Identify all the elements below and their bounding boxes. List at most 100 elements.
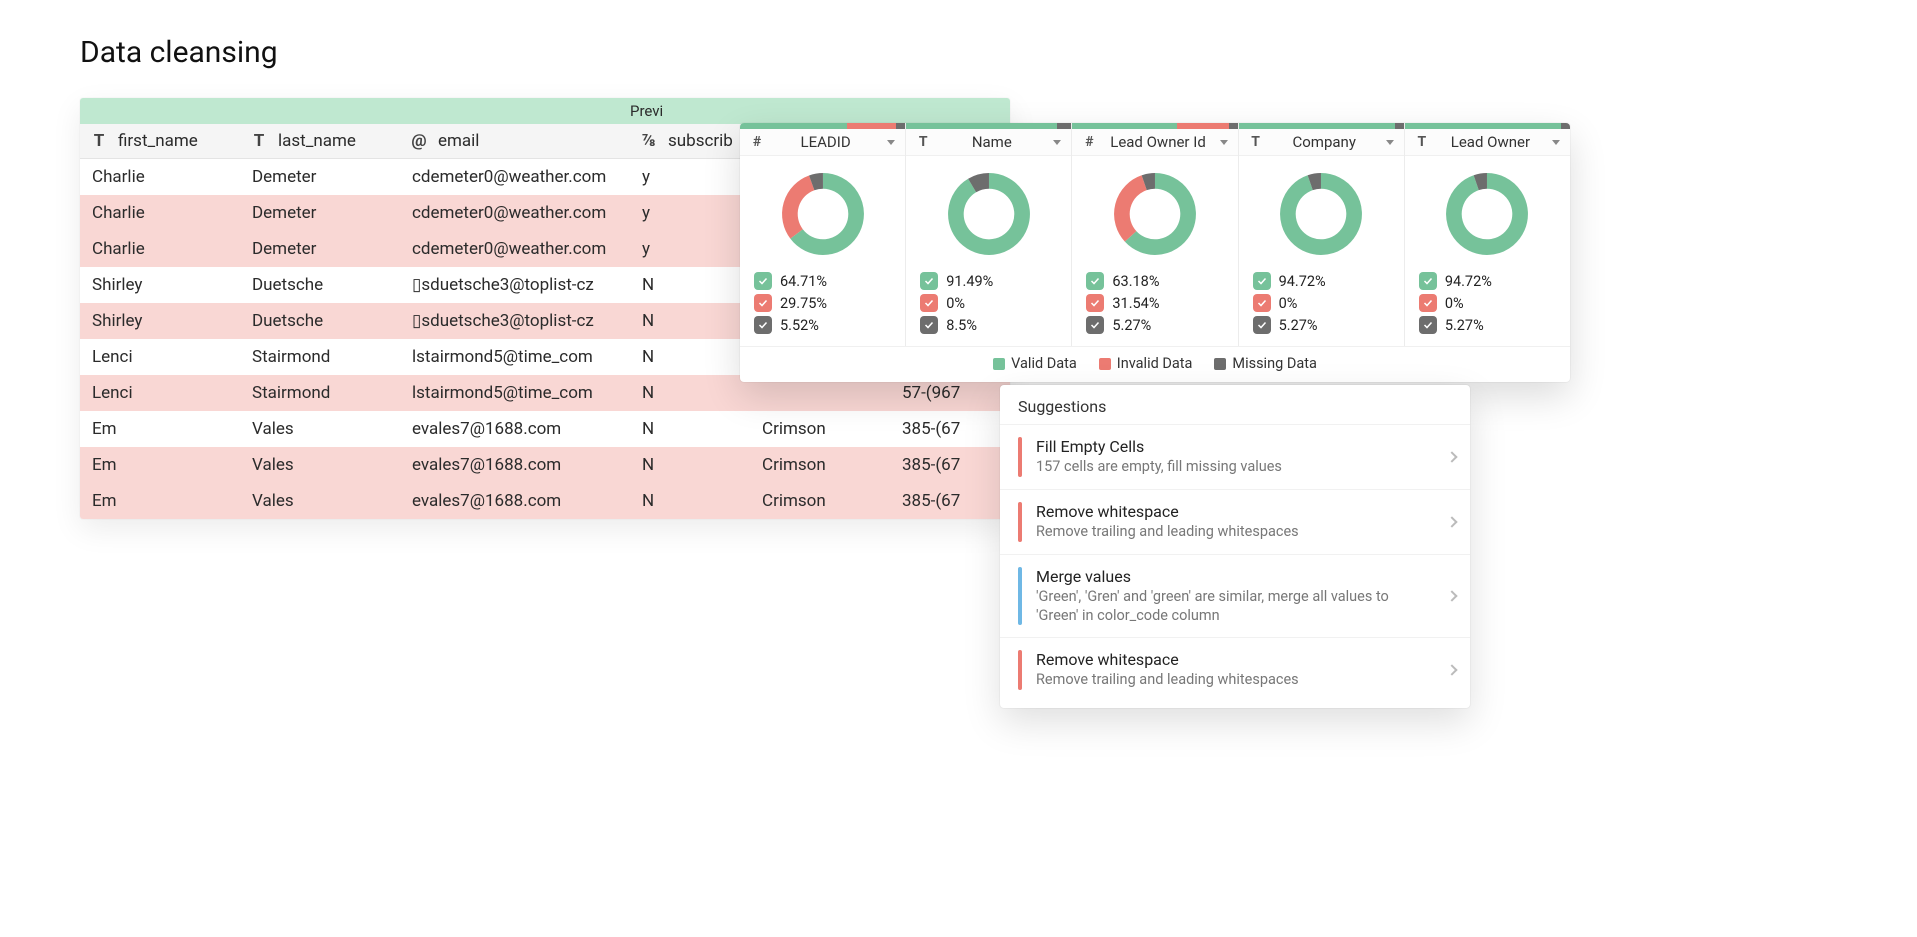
donut-chart bbox=[906, 156, 1071, 266]
cell[interactable]: 385-(67 bbox=[890, 483, 1010, 519]
cell[interactable]: ▯sduetsche3@toplist-cz bbox=[400, 267, 630, 303]
cell[interactable]: Lenci bbox=[80, 339, 240, 375]
cell[interactable]: N bbox=[630, 303, 750, 339]
cell[interactable]: Em bbox=[80, 483, 240, 519]
cell[interactable]: Lenci bbox=[80, 375, 240, 411]
cell[interactable]: cdemeter0@weather.com bbox=[400, 195, 630, 231]
cell[interactable]: evales7@1688.com bbox=[400, 447, 630, 483]
cell[interactable]: Em bbox=[80, 411, 240, 447]
cell[interactable]: y bbox=[630, 195, 750, 231]
cell[interactable]: Crimson bbox=[750, 483, 890, 519]
column-header[interactable]: ⅞subscrib bbox=[630, 124, 750, 159]
donut-chart bbox=[1405, 156, 1570, 266]
cell[interactable]: Vales bbox=[240, 447, 400, 483]
check-icon bbox=[920, 294, 938, 312]
cell[interactable]: Shirley bbox=[80, 303, 240, 339]
cell[interactable]: evales7@1688.com bbox=[400, 483, 630, 519]
chevron-down-icon[interactable] bbox=[1053, 140, 1061, 145]
stat-column-header[interactable]: TName bbox=[906, 129, 1071, 156]
cell[interactable]: ▯sduetsche3@toplist-cz bbox=[400, 303, 630, 339]
check-icon bbox=[1253, 272, 1271, 290]
cell[interactable]: Charlie bbox=[80, 159, 240, 196]
cell[interactable]: Crimson bbox=[750, 411, 890, 447]
stat-column-header[interactable]: # LEADID bbox=[740, 129, 905, 156]
cell[interactable]: Duetsche bbox=[240, 267, 400, 303]
stat-column: #Lead Owner Id63.18%31.54%5.27% bbox=[1072, 123, 1238, 346]
cell[interactable]: Demeter bbox=[240, 195, 400, 231]
cell[interactable]: cdemeter0@weather.com bbox=[400, 231, 630, 267]
cell[interactable]: N bbox=[630, 267, 750, 303]
cell[interactable]: Charlie bbox=[80, 195, 240, 231]
cell[interactable]: cdemeter0@weather.com bbox=[400, 159, 630, 196]
cell[interactable]: Duetsche bbox=[240, 303, 400, 339]
suggestion-item[interactable]: Merge values'Green', 'Gren' and 'green' … bbox=[1000, 554, 1470, 638]
stat-values: 91.49%0%8.5% bbox=[906, 266, 1071, 346]
cell[interactable]: Crimson bbox=[750, 447, 890, 483]
cell[interactable]: y bbox=[630, 159, 750, 196]
type-icon: # bbox=[750, 134, 764, 150]
cell[interactable]: Vales bbox=[240, 483, 400, 519]
cell[interactable]: Stairmond bbox=[240, 339, 400, 375]
stat-column: TName91.49%0%8.5% bbox=[906, 123, 1072, 346]
cell[interactable]: Shirley bbox=[80, 267, 240, 303]
cell[interactable]: 385-(67 bbox=[890, 447, 1010, 483]
stat-value-row: 0% bbox=[1419, 292, 1556, 314]
stat-column: TCompany 94.72%0%5.27% bbox=[1239, 123, 1405, 346]
preview-bar: Previ bbox=[80, 98, 1010, 124]
table-row[interactable]: EmValesevales7@1688.comNCrimson385-(67 bbox=[80, 483, 1010, 519]
stat-percent: 64.71% bbox=[780, 273, 827, 290]
cell[interactable]: Stairmond bbox=[240, 375, 400, 411]
suggestion-title: Remove whitespace bbox=[1036, 650, 1434, 669]
suggestion-desc: Remove trailing and leading whitespaces bbox=[1036, 671, 1434, 690]
suggestion-title: Fill Empty Cells bbox=[1036, 437, 1434, 456]
stat-percent: 0% bbox=[1445, 295, 1464, 312]
suggestion-item[interactable]: Remove whitespace Remove trailing and lea… bbox=[1000, 637, 1470, 702]
check-icon bbox=[1086, 272, 1104, 290]
column-label: last_name bbox=[278, 131, 356, 151]
stat-percent: 8.5% bbox=[946, 317, 977, 334]
cell[interactable]: N bbox=[630, 483, 750, 519]
stat-values: 94.72%0%5.27% bbox=[1405, 266, 1570, 346]
cell[interactable]: Vales bbox=[240, 411, 400, 447]
chevron-down-icon[interactable] bbox=[1220, 140, 1228, 145]
cell[interactable]: Demeter bbox=[240, 159, 400, 196]
check-icon bbox=[1086, 294, 1104, 312]
cell[interactable]: N bbox=[630, 339, 750, 375]
column-header[interactable]: @email bbox=[400, 124, 630, 159]
column-label: subscrib bbox=[668, 131, 733, 151]
stat-column: #LEADID64.71%29.75%5.52% bbox=[740, 123, 906, 346]
cell[interactable]: evales7@1688.com bbox=[400, 411, 630, 447]
stat-percent: 94.72% bbox=[1445, 273, 1492, 290]
cell[interactable]: Charlie bbox=[80, 231, 240, 267]
stat-column-header[interactable]: TLead Owner bbox=[1405, 129, 1570, 156]
table-row[interactable]: EmValesevales7@1688.comNCrimson385-(67 bbox=[80, 447, 1010, 483]
cell[interactable]: Demeter bbox=[240, 231, 400, 267]
stat-value-row: 8.5% bbox=[920, 314, 1057, 336]
cell[interactable]: 385-(67 bbox=[890, 411, 1010, 447]
chevron-down-icon[interactable] bbox=[1386, 140, 1394, 145]
check-icon bbox=[1419, 316, 1437, 334]
check-icon bbox=[1419, 272, 1437, 290]
suggestion-item[interactable]: Remove whitespaceRemove trailing and lea… bbox=[1000, 489, 1470, 554]
stat-percent: 0% bbox=[946, 295, 965, 312]
chevron-down-icon[interactable] bbox=[887, 140, 895, 145]
suggestion-item[interactable]: Fill Empty Cells157 cells are empty, fil… bbox=[1000, 424, 1470, 489]
stat-percent: 63.18% bbox=[1112, 273, 1159, 290]
column-header[interactable]: Tfirst_name bbox=[80, 124, 240, 159]
stat-column-header[interactable]: #Lead Owner Id bbox=[1072, 129, 1237, 156]
cell[interactable]: N bbox=[630, 375, 750, 411]
cell[interactable]: N bbox=[630, 411, 750, 447]
cell[interactable]: Em bbox=[80, 447, 240, 483]
chevron-down-icon[interactable] bbox=[1552, 140, 1560, 145]
cell[interactable]: N bbox=[630, 447, 750, 483]
cell[interactable]: lstairmond5@time_com bbox=[400, 339, 630, 375]
cell[interactable]: lstairmond5@time_com bbox=[400, 375, 630, 411]
stat-column-header[interactable]: TCompany bbox=[1239, 129, 1404, 156]
table-row[interactable]: EmValesevales7@1688.comNCrimson385-(67 bbox=[80, 411, 1010, 447]
type-icon: T bbox=[1415, 134, 1429, 150]
stat-column-name: LEADID bbox=[770, 133, 881, 151]
cell[interactable]: y bbox=[630, 231, 750, 267]
column-header[interactable]: Tlast_name bbox=[240, 124, 400, 159]
stat-values: 94.72%0%5.27% bbox=[1239, 266, 1404, 346]
check-icon bbox=[920, 316, 938, 334]
